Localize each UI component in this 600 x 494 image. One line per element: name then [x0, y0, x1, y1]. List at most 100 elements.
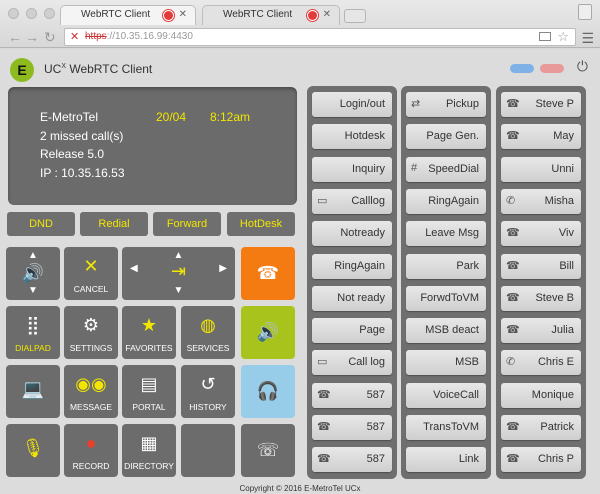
line-key-3-1[interactable]: ☎ Steve P	[501, 92, 581, 117]
power-icon[interactable]: ⏻	[577, 58, 588, 75]
message-key[interactable]: ◉◉ MESSAGE	[64, 365, 118, 418]
line-key-1-1[interactable]: Login/out	[312, 92, 392, 117]
display-ip: IP : 10.35.16.53	[40, 165, 125, 180]
hotdesk-button[interactable]: HotDesk	[227, 212, 295, 236]
cast-icon[interactable]	[539, 32, 551, 41]
record-key[interactable]: ● RECORD	[64, 424, 118, 477]
line-key-2-5[interactable]: Leave Msg	[406, 221, 486, 247]
close-window-button[interactable]	[8, 8, 19, 19]
mute-key[interactable]: 🎙	[6, 424, 60, 477]
hash-icon: #	[411, 161, 418, 174]
line-key-label: 587	[366, 453, 385, 466]
dnd-button[interactable]: DND	[7, 212, 75, 236]
line-key-1-3[interactable]: Inquiry	[312, 156, 392, 182]
close-tab-icon[interactable]: ✕	[323, 9, 331, 20]
line-key-1-7[interactable]: Not ready	[312, 285, 392, 311]
line-key-2-3[interactable]: # SpeedDial	[406, 156, 486, 182]
browser-tab-1[interactable]: WebRTC Client ✕	[60, 5, 196, 25]
line-key-3-12[interactable]: ☎ Chris P	[501, 447, 581, 473]
line-key-3-10[interactable]: Monique	[501, 382, 581, 408]
line-key-2-1[interactable]: ⇄ Pickup	[406, 92, 486, 117]
portal-label: PORTAL	[132, 402, 166, 412]
nav-up-icon[interactable]: ▲	[122, 250, 235, 261]
line-key-3-11[interactable]: ☎ Patrick	[501, 415, 581, 440]
blank-key[interactable]	[181, 424, 235, 477]
line-key-2-7[interactable]: ForwdToVM	[406, 285, 486, 311]
redial-button[interactable]: Redial	[80, 212, 148, 236]
line-key-1-2[interactable]: Hotdesk	[312, 124, 392, 150]
nav-right-icon[interactable]: ▶	[219, 263, 227, 274]
forward-button[interactable]: Forward	[153, 212, 221, 236]
line-key-1-9[interactable]: ▭ Call log	[312, 350, 392, 376]
nav-down-icon[interactable]: ▼	[122, 285, 235, 296]
recording-icon	[164, 11, 173, 20]
line-key-1-10[interactable]: ☎ 587	[312, 382, 392, 408]
bookmark-star-icon[interactable]: ☆	[557, 29, 569, 45]
favorites-label: FAVORITES	[125, 343, 173, 353]
profile-icon[interactable]	[578, 4, 592, 20]
browser-tab-2[interactable]: WebRTC Client ✕	[202, 5, 340, 25]
maximize-window-button[interactable]	[44, 8, 55, 19]
line-key-3-8[interactable]: ☎ Julia	[501, 318, 581, 344]
portal-key[interactable]: ▤ PORTAL	[122, 365, 176, 418]
line-key-label: Link	[458, 453, 479, 466]
settings-key[interactable]: ⚙ SETTINGS	[64, 306, 118, 359]
line-key-3-2[interactable]: ☎ May	[501, 124, 581, 150]
forward-icon[interactable]: →	[25, 29, 39, 45]
menu-icon[interactable]: ☰	[581, 30, 594, 47]
line-key-2-10[interactable]: VoiceCall	[406, 382, 486, 408]
new-tab-button[interactable]	[344, 9, 366, 23]
url-rest: ://10.35.16.99:4430	[106, 31, 193, 42]
browser-chrome: WebRTC Client ✕ WebRTC Client ✕ ← → ↻ ✕ …	[0, 0, 600, 48]
cancel-key[interactable]: ✕ CANCEL	[64, 247, 118, 300]
line-key-2-11[interactable]: TransToVM	[406, 415, 486, 440]
webrtc-client: E UCX WebRTC Client ⏻ E-MetroTel 20/04 8…	[0, 49, 600, 494]
address-bar[interactable]: ✕ https://10.35.16.99:4430 ☆	[64, 28, 576, 46]
desktop-key[interactable]: 💻	[6, 365, 60, 418]
line-key-label: Julia	[551, 324, 574, 337]
navigation-bar: ← → ↻ ✕ https://10.35.16.99:4430 ☆ ☰	[0, 27, 600, 48]
line-key-2-6[interactable]: Park	[406, 253, 486, 279]
line-key-1-4[interactable]: ▭ Calllog	[312, 188, 392, 214]
line-key-1-11[interactable]: ☎ 587	[312, 415, 392, 440]
phone-icon: ☎	[506, 259, 520, 272]
line-key-3-3[interactable]: Unni	[501, 156, 581, 182]
volume-up-icon[interactable]: ▲	[6, 250, 60, 261]
app-title: UCX WebRTC Client	[44, 62, 152, 76]
line-key-3-5[interactable]: ☎ Viv	[501, 221, 581, 247]
line-key-label: VoiceCall	[433, 388, 479, 401]
line-key-1-8[interactable]: Page	[312, 318, 392, 344]
line-key-2-12[interactable]: Link	[406, 447, 486, 473]
speaker-key[interactable]: 🔊	[241, 306, 295, 359]
line-key-label: RingAgain	[334, 259, 385, 272]
volume-key[interactable]: ▲ 🔊 ▼	[6, 247, 60, 300]
phone-display: E-MetroTel 20/04 8:12am 2 missed call(s)…	[8, 87, 297, 205]
headset-key[interactable]: 🎧	[241, 365, 295, 418]
history-key[interactable]: ↺ HISTORY	[181, 365, 235, 418]
favorites-key[interactable]: ★ FAVORITES	[122, 306, 176, 359]
services-key[interactable]: ◍ SERVICES	[181, 306, 235, 359]
reload-icon[interactable]: ↻	[44, 29, 56, 46]
line-key-2-4[interactable]: RingAgain	[406, 188, 486, 214]
line-key-1-6[interactable]: RingAgain	[312, 253, 392, 279]
dialpad-key[interactable]: ⣿ DIALPAD	[6, 306, 60, 359]
line-key-2-8[interactable]: MSB deact	[406, 318, 486, 344]
line-key-label: Inquiry	[351, 162, 385, 175]
directory-key[interactable]: ▦ DIRECTORY	[122, 424, 176, 477]
line-key-2-9[interactable]: MSB	[406, 350, 486, 376]
line-key-3-9[interactable]: ✆ Chris E	[501, 350, 581, 376]
volume-down-icon[interactable]: ▼	[6, 285, 60, 296]
camera-phone-key[interactable]: ☏	[241, 424, 295, 477]
line-key-1-12[interactable]: ☎ 587	[312, 447, 392, 473]
back-icon[interactable]: ←	[8, 29, 22, 45]
line-key-3-6[interactable]: ☎ Bill	[501, 253, 581, 279]
line-key-3-7[interactable]: ☎ Steve B	[501, 285, 581, 311]
minimize-window-button[interactable]	[26, 8, 37, 19]
hangup-key[interactable]: ☎	[241, 247, 295, 300]
line-key-1-5[interactable]: Notready	[312, 221, 392, 247]
phone-icon: ☎	[506, 421, 520, 433]
navigation-key[interactable]: ▲ ◀ ⇥ ▶ ▼	[122, 247, 235, 300]
close-tab-icon[interactable]: ✕	[179, 9, 187, 20]
line-key-3-4[interactable]: ✆ Misha	[501, 188, 581, 214]
line-key-2-2[interactable]: Page Gen.	[406, 124, 486, 150]
